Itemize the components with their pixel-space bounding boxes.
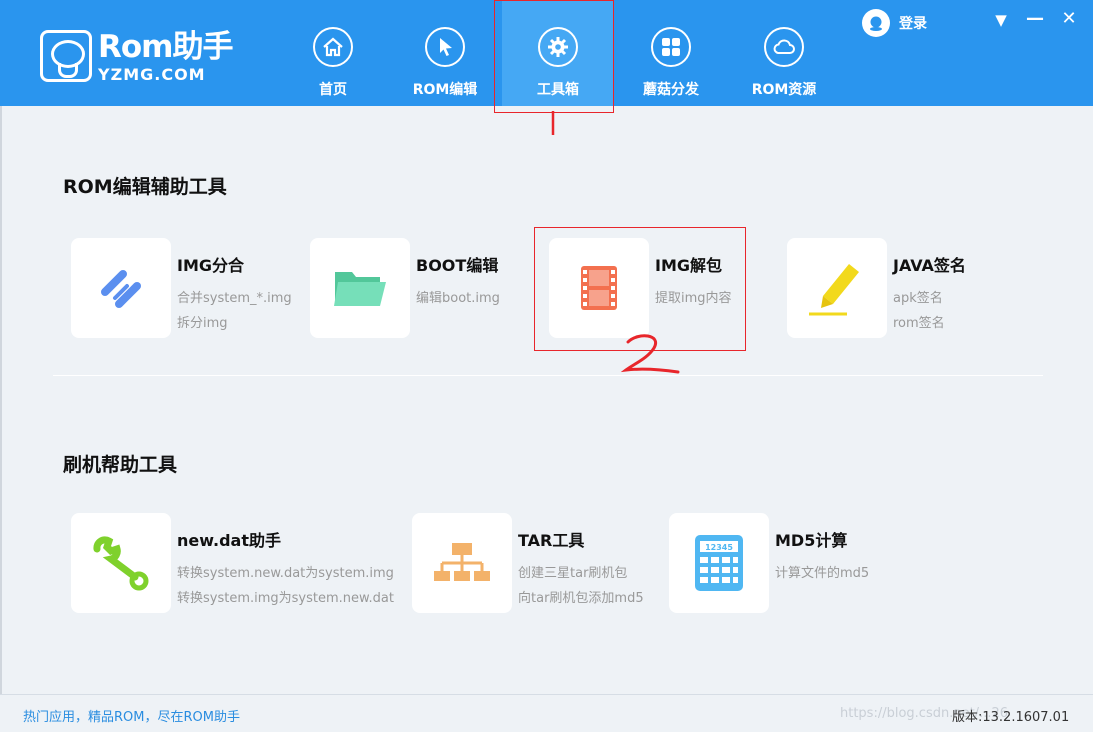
calculator-display: 12345	[705, 543, 733, 552]
dropdown-menu-icon[interactable]: ▼	[990, 11, 1012, 29]
nav-distribute[interactable]: 蘑菇分发	[615, 0, 727, 106]
section-title-flash-tools: 刷机帮助工具	[63, 454, 178, 476]
nav-label: 首页	[319, 82, 347, 98]
mushroom-logo-icon	[40, 30, 92, 82]
tool-desc: 拆分img	[177, 316, 228, 331]
section-divider	[53, 375, 1043, 376]
minimize-button[interactable]: —	[1024, 8, 1046, 29]
tool-title[interactable]: new.dat助手	[177, 527, 281, 551]
section-title-rom-edit: ROM编辑辅助工具	[63, 176, 227, 198]
tool-desc: apk签名	[893, 291, 943, 306]
tool-title[interactable]: JAVA签名	[893, 252, 966, 276]
pen-icon	[809, 264, 859, 316]
footer-slogan[interactable]: 热门应用，精品ROM，尽在ROM助手	[23, 706, 240, 725]
hierarchy-icon	[434, 543, 490, 581]
tool-desc: rom签名	[893, 316, 945, 331]
tool-java-sign[interactable]	[787, 238, 887, 338]
folder-icon	[334, 272, 386, 306]
wrench-icon	[93, 536, 149, 591]
close-button[interactable]: ✕	[1058, 8, 1080, 29]
nav-rom-resources[interactable]: ROM资源	[728, 0, 840, 106]
nav-label: ROM资源	[751, 82, 817, 98]
annotation-box-1	[494, 0, 614, 113]
home-icon	[313, 27, 353, 67]
tool-boot-edit[interactable]	[310, 238, 410, 338]
tool-desc: 编辑boot.img	[416, 291, 500, 306]
version-label: 版本:13.2.1607.01	[952, 710, 1070, 725]
annotation-mark-1	[551, 111, 555, 135]
logo-subtitle: YZMG.COM	[98, 65, 206, 84]
tool-title[interactable]: BOOT编辑	[416, 252, 498, 276]
tool-desc: 合并system_*.img	[177, 291, 292, 306]
tool-desc: 转换system.img为system.new.dat	[177, 591, 394, 606]
grid-apps-icon	[651, 27, 691, 67]
logo-name: Rom助手	[98, 29, 233, 65]
calculator-icon: 12345	[695, 535, 743, 591]
tool-title[interactable]: TAR工具	[518, 527, 584, 551]
nav-label: 蘑菇分发	[643, 82, 699, 98]
annotation-mark-2	[620, 334, 680, 374]
window-border	[0, 106, 2, 694]
status-bar: 热门应用，精品ROM，尽在ROM助手 https://blog.csdn.net…	[0, 694, 1093, 732]
tool-title[interactable]: IMG分合	[177, 252, 244, 276]
tool-md5[interactable]: 12345	[669, 513, 769, 613]
login-link[interactable]: 登录	[899, 13, 927, 33]
tool-img-merge[interactable]	[71, 238, 171, 338]
tool-desc: 计算文件的md5	[775, 566, 870, 581]
nav-label: ROM编辑	[412, 82, 478, 98]
tool-new-dat[interactable]	[71, 513, 171, 613]
tool-desc: 创建三星tar刷机包	[518, 566, 628, 581]
tool-tar[interactable]	[412, 513, 512, 613]
tool-desc: 向tar刷机包添加md5	[518, 591, 644, 606]
tool-desc: 转换system.new.dat为system.img	[177, 566, 394, 581]
app-logo: Rom助手 YZMG.COM	[40, 30, 240, 86]
chain-link-icon	[101, 270, 141, 308]
nav-home[interactable]: 首页	[277, 0, 389, 106]
avatar-icon[interactable]	[862, 9, 890, 37]
cloud-icon	[764, 27, 804, 67]
cursor-arrow-icon	[425, 27, 465, 67]
nav-rom-edit[interactable]: ROM编辑	[389, 0, 501, 106]
tool-title[interactable]: MD5计算	[775, 527, 847, 551]
